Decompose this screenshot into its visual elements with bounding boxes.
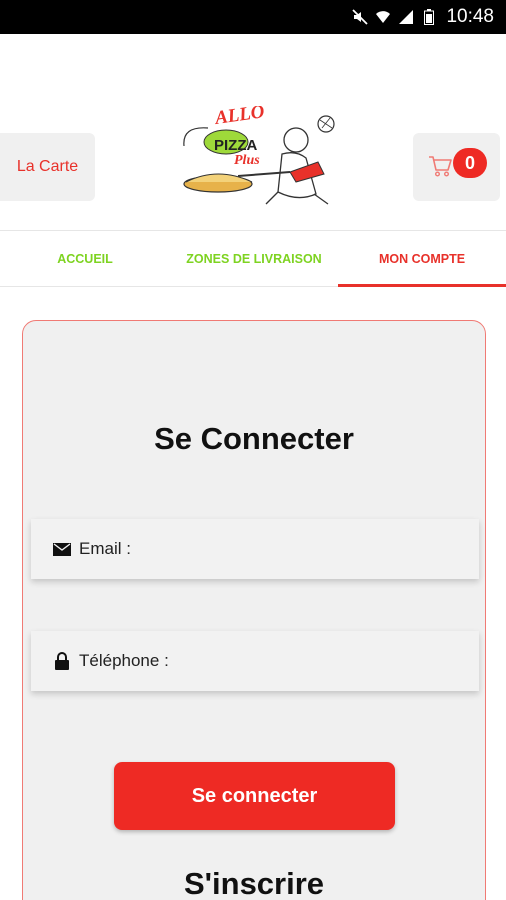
la-carte-button[interactable]: La Carte: [0, 133, 95, 201]
login-title: Se Connecter: [154, 421, 354, 456]
app-header: La Carte ALLO PIZZA Plus 0: [0, 34, 506, 230]
tab-zones-de-livraison[interactable]: ZONES DE LIVRAISON: [170, 231, 338, 286]
register-link[interactable]: S'inscrire: [23, 866, 485, 900]
cart-count-badge: 0: [453, 148, 487, 178]
logo-text-allo: ALLO: [213, 106, 266, 129]
logo-text-pizza: PIZZA: [214, 137, 257, 154]
cart-button[interactable]: 0: [413, 133, 500, 201]
status-bar: 10:48: [0, 0, 506, 34]
tab-accueil[interactable]: ACCUEIL: [0, 231, 170, 286]
mute-icon: [352, 9, 369, 25]
allo-pizza-logo: ALLO PIZZA Plus: [178, 101, 336, 210]
wifi-icon: [375, 9, 391, 25]
main-tabs: ACCUEIL ZONES DE LIVRAISON MON COMPTE: [0, 230, 506, 287]
envelope-icon: [53, 540, 71, 558]
battery-icon: [421, 9, 437, 25]
phone-label: Téléphone :: [79, 651, 169, 670]
email-field[interactable]: Email :: [31, 519, 479, 579]
signal-icon: [398, 9, 414, 25]
phone-field[interactable]: Téléphone :: [31, 631, 479, 691]
status-time: 10:48: [446, 6, 494, 27]
tab-mon-compte[interactable]: MON COMPTE: [338, 231, 506, 287]
login-card: Se Connecter Email : Téléphone : Se conn…: [22, 320, 486, 900]
connect-button[interactable]: Se connecter: [114, 762, 395, 830]
logo-text-plus: Plus: [234, 153, 260, 168]
email-label: Email :: [79, 539, 131, 558]
shopping-cart-icon: [428, 155, 452, 177]
lock-icon: [53, 652, 71, 670]
